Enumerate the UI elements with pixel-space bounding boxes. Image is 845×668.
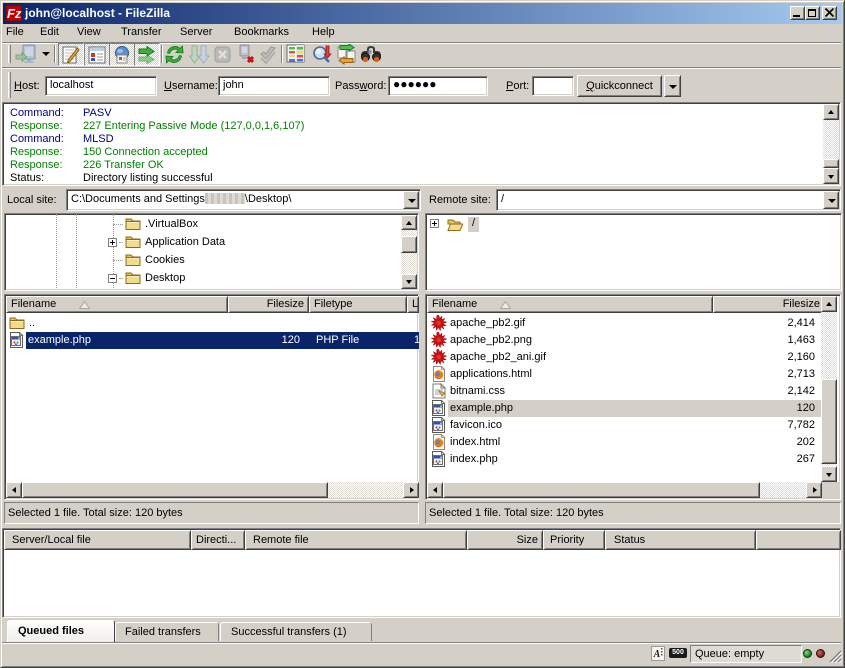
- svg-text:Fz: Fz: [7, 6, 22, 21]
- svg-text:A: A: [653, 649, 661, 660]
